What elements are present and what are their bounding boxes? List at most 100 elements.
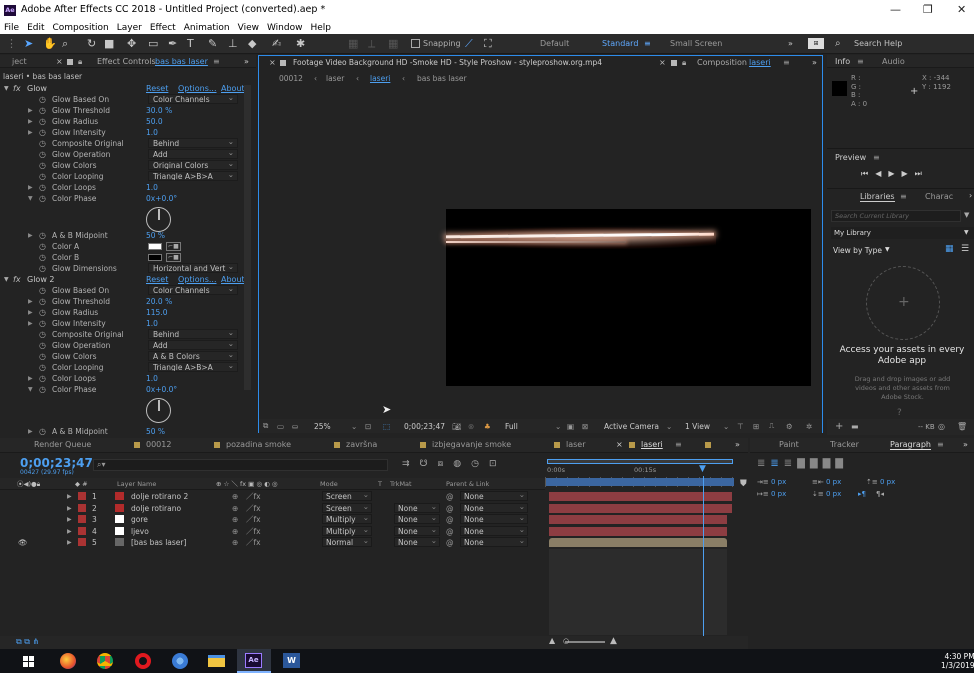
parent-header[interactable]: Parent & Link xyxy=(446,478,489,490)
justify-last-right-icon[interactable]: ▇ xyxy=(823,458,836,469)
layer-duration-bar[interactable] xyxy=(549,526,727,536)
parent-dropdown[interactable]: None xyxy=(460,525,528,536)
property-value[interactable]: 0x+0.0° xyxy=(146,384,177,395)
layer-row[interactable]: 👁︎ ▶ 5 [bas bas laser] ⊕ ／fx Normal None @ None xyxy=(14,536,545,548)
zoom-tool-icon[interactable]: ⌕ xyxy=(62,37,68,50)
hand-tool-icon[interactable]: ✋ xyxy=(43,37,57,50)
minimize-icon[interactable]: — xyxy=(890,3,901,16)
comp-flowchart-icon[interactable]: ⇉ xyxy=(402,459,420,469)
property-value[interactable]: 50 % xyxy=(146,426,165,437)
next-frame-icon[interactable]: ▶ xyxy=(902,169,915,178)
effect-controls-tab-label[interactable]: Effect Controls xyxy=(97,57,156,66)
text-direction-rtl-icon[interactable]: ¶◂ xyxy=(876,490,884,498)
property-dropdown[interactable]: Triangle A>B>A xyxy=(148,362,238,372)
timeline-icon[interactable]: ⎍ xyxy=(769,421,774,431)
help-icon[interactable]: ? xyxy=(897,408,902,418)
expand-icon[interactable]: ▶ xyxy=(28,105,33,116)
layer-label-color[interactable] xyxy=(78,492,86,500)
effect-options-link[interactable]: Options... xyxy=(178,274,217,285)
expand-icon[interactable]: ▶ xyxy=(28,230,33,241)
stopwatch-icon[interactable]: ◷ xyxy=(39,149,46,160)
view-layout-dropdown[interactable]: 1 View xyxy=(685,422,710,431)
stopwatch-icon[interactable]: ◷ xyxy=(39,426,46,437)
stopwatch-icon[interactable]: ◷ xyxy=(39,230,46,241)
shy-icon[interactable]: ☋ xyxy=(420,459,438,469)
expand-icon[interactable]: ▶ xyxy=(28,127,33,138)
space-before-field[interactable]: ⇡≡ 0 px xyxy=(866,478,895,486)
stopwatch-icon[interactable]: ◷ xyxy=(39,193,46,204)
graph-editor-icon[interactable]: ◷ xyxy=(471,459,489,469)
layer-row[interactable]: ▶ 1 dolje rotirano 2 ⊕ ／fx Screen @ None xyxy=(14,490,545,502)
property-dropdown[interactable]: Triangle A>B>A xyxy=(148,171,238,181)
info-tab[interactable]: Info xyxy=(835,57,850,66)
close-icon[interactable]: ✕ xyxy=(957,3,966,16)
selection-tool-icon[interactable]: ➤ xyxy=(24,37,33,50)
stopwatch-icon[interactable]: ◷ xyxy=(39,252,46,263)
menu-file[interactable]: File xyxy=(0,23,23,33)
effect-about-link[interactable]: About xyxy=(221,83,245,94)
snap-icon[interactable]: ⟋ xyxy=(465,37,473,50)
property-value[interactable]: 50 % xyxy=(146,230,165,241)
stopwatch-icon[interactable]: ◷ xyxy=(39,373,46,384)
layer-name[interactable]: gore xyxy=(131,514,148,525)
stopwatch-icon[interactable]: ◷ xyxy=(39,307,46,318)
snap-options-icon[interactable]: ⛶ xyxy=(484,37,492,50)
search-icon[interactable]: ⌕ xyxy=(835,37,841,50)
align-left-icon[interactable]: ≣ xyxy=(757,458,770,469)
panel-menu-icon[interactable]: ≡ xyxy=(873,153,880,162)
timeline-current-time[interactable]: 0;00;23;47 xyxy=(20,456,93,470)
eyedropper-icon[interactable]: ⌐■ xyxy=(166,242,181,251)
timeline-tab-3[interactable]: završna xyxy=(346,440,377,449)
layer-duration-bar[interactable] xyxy=(549,538,727,547)
pick-whip-icon[interactable]: @ xyxy=(446,491,454,502)
panel-menu-icon[interactable]: ≡ xyxy=(783,58,790,67)
menu-help[interactable]: Help xyxy=(306,23,335,33)
stopwatch-icon[interactable]: ◷ xyxy=(39,384,46,395)
fit-icon[interactable]: ⊡ xyxy=(365,422,371,431)
axis-world-icon[interactable]: ⟂ xyxy=(368,37,375,50)
layer-name[interactable]: dolje rotirano xyxy=(131,503,181,514)
tracker-tab[interactable]: Tracker xyxy=(830,440,859,449)
region-of-interest-icon[interactable]: ⬚ xyxy=(383,422,390,431)
effect-header-1[interactable]: ▼ fx Glow Reset Options... About xyxy=(0,83,245,94)
after-effects-taskbar-icon[interactable]: Ae xyxy=(245,653,262,668)
property-value[interactable]: 115.0 xyxy=(146,307,167,318)
expand-icon[interactable]: ▶ xyxy=(28,116,33,127)
layer-label-color[interactable] xyxy=(78,503,86,512)
expand-icon[interactable]: ▶ xyxy=(28,307,33,318)
timeline-tab-5[interactable]: laser xyxy=(566,440,586,449)
layer-label-color[interactable] xyxy=(78,526,86,535)
expand-icon[interactable]: ▶ xyxy=(67,537,72,548)
parent-dropdown[interactable]: None xyxy=(460,513,528,524)
playhead-icon[interactable]: ▼ xyxy=(699,464,706,474)
eyedropper-icon[interactable]: ⌐■ xyxy=(166,253,181,262)
search-help-input[interactable]: Search Help xyxy=(854,39,902,48)
search-options-icon[interactable]: ▼ xyxy=(964,211,969,219)
layer-row[interactable]: ▶ 2 dolje rotirano ⊕ ／fx Screen None @ None xyxy=(14,502,545,514)
workspace-small-screen[interactable]: Small Screen xyxy=(670,39,722,48)
collapse-icon[interactable]: ▼ xyxy=(4,274,9,285)
pen-tool-icon[interactable]: ✒ xyxy=(168,37,177,50)
property-value[interactable]: 1.0 xyxy=(146,373,158,384)
axis-local-icon[interactable]: ▦ xyxy=(348,37,358,50)
timeline-tab-6[interactable]: laseri xyxy=(641,440,663,449)
resolution-dropdown[interactable]: Full xyxy=(505,422,518,431)
indent-left-field[interactable]: ⇥≡ 0 px xyxy=(757,478,786,486)
menu-composition[interactable]: Composition xyxy=(49,23,113,33)
zoom-out-icon[interactable]: ▲ xyxy=(549,636,555,645)
stopwatch-icon[interactable]: ◷ xyxy=(39,116,46,127)
more-panels-icon[interactable]: » xyxy=(963,440,968,449)
file-explorer-icon[interactable] xyxy=(208,655,225,667)
fx-switch-icon[interactable]: ／fx xyxy=(246,491,261,502)
maximize-icon[interactable]: ❐ xyxy=(923,3,933,16)
expand-icon[interactable]: ▶ xyxy=(28,318,33,329)
clone-stamp-tool-icon[interactable]: ⊥ xyxy=(228,37,238,50)
grid-icon[interactable]: ⊞ xyxy=(753,422,759,431)
menu-window[interactable]: Window xyxy=(263,23,307,33)
library-select[interactable]: My Library xyxy=(831,227,974,239)
first-frame-icon[interactable]: ⏮ xyxy=(861,169,875,178)
shy-switch-icon[interactable]: ⊕ xyxy=(232,514,238,525)
pick-whip-icon[interactable]: @ xyxy=(446,526,454,537)
effect-controls-layer-link[interactable]: bas bas laser xyxy=(155,57,208,66)
more-panels-icon[interactable]: » xyxy=(735,440,740,449)
